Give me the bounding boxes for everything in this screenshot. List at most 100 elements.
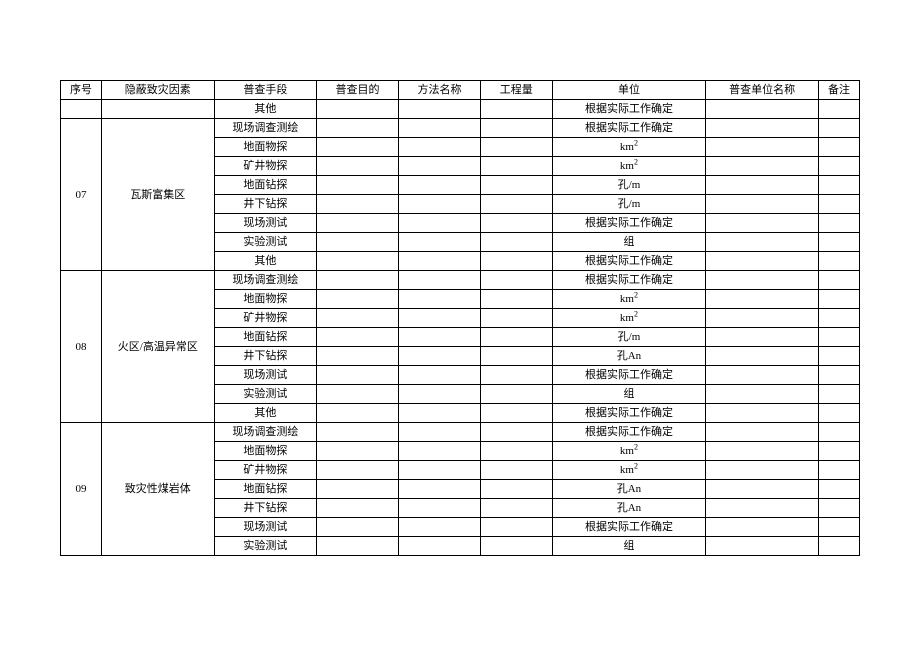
cell-unit-name <box>706 271 819 290</box>
cell-unit-name <box>706 499 819 518</box>
cell-amount <box>480 537 552 556</box>
cell-amount <box>480 214 552 233</box>
cell-unit-name <box>706 328 819 347</box>
cell-purpose <box>317 404 399 423</box>
cell-unit-name <box>706 518 819 537</box>
header-note: 备注 <box>818 81 859 100</box>
cell-unit: 组 <box>552 385 706 404</box>
cell-amount <box>480 347 552 366</box>
cell-note <box>818 309 859 328</box>
cell-method: 现场测试 <box>214 214 316 233</box>
cell-amount <box>480 176 552 195</box>
cell-amount <box>480 385 552 404</box>
cell-unit-name <box>706 385 819 404</box>
cell-method-name <box>399 347 481 366</box>
cell-unit: 孔/m <box>552 176 706 195</box>
cell-amount <box>480 252 552 271</box>
cell-amount <box>480 290 552 309</box>
cell-note <box>818 233 859 252</box>
cell-seq <box>61 100 102 119</box>
cell-purpose <box>317 271 399 290</box>
cell-purpose <box>317 138 399 157</box>
cell-unit-name <box>706 214 819 233</box>
cell-note <box>818 480 859 499</box>
cell-method: 实验测试 <box>214 537 316 556</box>
cell-amount <box>480 404 552 423</box>
cell-method-name <box>399 157 481 176</box>
cell-unit: 孔/m <box>552 328 706 347</box>
cell-purpose <box>317 385 399 404</box>
cell-amount <box>480 309 552 328</box>
cell-factor: 火区/高温异常区 <box>101 271 214 423</box>
cell-purpose <box>317 328 399 347</box>
cell-unit-name <box>706 195 819 214</box>
cell-note <box>818 366 859 385</box>
header-factor: 隐蔽致灾因素 <box>101 81 214 100</box>
cell-method: 井下钻探 <box>214 347 316 366</box>
table-row: 08火区/高温异常区现场调查测绘根据实际工作确定 <box>61 271 860 290</box>
cell-method-name <box>399 176 481 195</box>
cell-note <box>818 347 859 366</box>
cell-unit-name <box>706 252 819 271</box>
cell-unit: km2 <box>552 442 706 461</box>
header-method-name: 方法名称 <box>399 81 481 100</box>
cell-unit: 根据实际工作确定 <box>552 271 706 290</box>
cell-factor: 致灾性煤岩体 <box>101 423 214 556</box>
cell-note <box>818 518 859 537</box>
cell-method: 其他 <box>214 252 316 271</box>
cell-note <box>818 328 859 347</box>
cell-purpose <box>317 537 399 556</box>
cell-note <box>818 423 859 442</box>
cell-purpose <box>317 423 399 442</box>
cell-unit-name <box>706 366 819 385</box>
document-page: 序号 隐蔽致灾因素 普查手段 普查目的 方法名称 工程量 单位 普查单位名称 备… <box>0 0 920 606</box>
cell-amount <box>480 157 552 176</box>
cell-unit: km2 <box>552 309 706 328</box>
cell-unit: 根据实际工作确定 <box>552 100 706 119</box>
cell-note <box>818 442 859 461</box>
header-purpose: 普查目的 <box>317 81 399 100</box>
cell-purpose <box>317 195 399 214</box>
header-unit: 单位 <box>552 81 706 100</box>
cell-unit-name <box>706 138 819 157</box>
cell-note <box>818 461 859 480</box>
cell-purpose <box>317 480 399 499</box>
cell-method: 地面钻探 <box>214 176 316 195</box>
cell-unit: km2 <box>552 157 706 176</box>
cell-method: 现场测试 <box>214 518 316 537</box>
cell-method-name <box>399 423 481 442</box>
cell-unit: 组 <box>552 537 706 556</box>
table-header: 序号 隐蔽致灾因素 普查手段 普查目的 方法名称 工程量 单位 普查单位名称 备… <box>61 81 860 100</box>
cell-method-name <box>399 328 481 347</box>
cell-method: 地面钻探 <box>214 328 316 347</box>
cell-unit-name <box>706 404 819 423</box>
cell-method: 实验测试 <box>214 385 316 404</box>
cell-purpose <box>317 499 399 518</box>
cell-note <box>818 214 859 233</box>
cell-purpose <box>317 309 399 328</box>
cell-method-name <box>399 537 481 556</box>
header-amount: 工程量 <box>480 81 552 100</box>
cell-unit: 根据实际工作确定 <box>552 214 706 233</box>
cell-unit: 根据实际工作确定 <box>552 366 706 385</box>
cell-amount <box>480 138 552 157</box>
cell-method-name <box>399 518 481 537</box>
cell-unit-name <box>706 309 819 328</box>
cell-unit: km2 <box>552 138 706 157</box>
cell-amount <box>480 271 552 290</box>
cell-purpose <box>317 100 399 119</box>
cell-method-name <box>399 100 481 119</box>
cell-note <box>818 138 859 157</box>
cell-unit: 组 <box>552 233 706 252</box>
cell-unit-name <box>706 119 819 138</box>
cell-method: 矿井物探 <box>214 157 316 176</box>
cell-unit: 孔/m <box>552 195 706 214</box>
cell-method: 井下钻探 <box>214 195 316 214</box>
cell-method-name <box>399 214 481 233</box>
cell-method: 现场调查测绘 <box>214 271 316 290</box>
cell-amount <box>480 233 552 252</box>
cell-note <box>818 252 859 271</box>
cell-method: 地面钻探 <box>214 480 316 499</box>
cell-note <box>818 404 859 423</box>
cell-method: 其他 <box>214 404 316 423</box>
